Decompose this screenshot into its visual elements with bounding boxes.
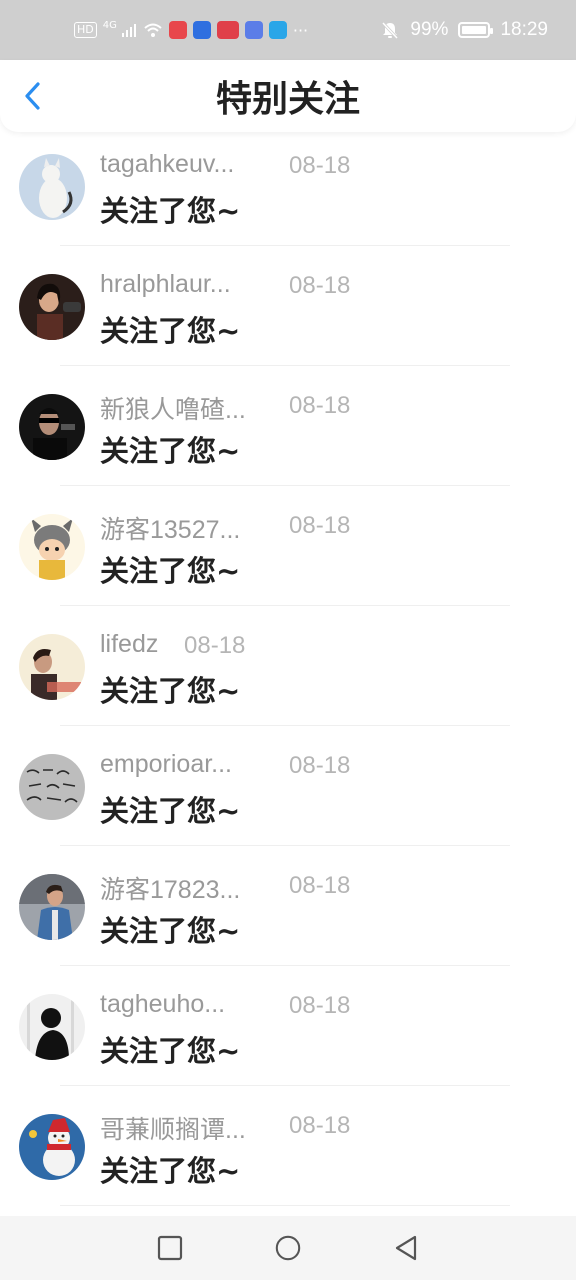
back-nav-button[interactable] <box>392 1234 420 1262</box>
triangle-back-icon <box>395 1235 417 1261</box>
date-label: 08-18 <box>184 632 246 659</box>
message-text: 关注了您~ <box>100 434 241 468</box>
divider <box>60 245 510 246</box>
message-text: 关注了您~ <box>100 1034 241 1068</box>
list-item[interactable]: 新狼人噜碴... 08-18 关注了您~ <box>0 372 576 492</box>
clock: 18:29 <box>500 19 548 40</box>
app-notification-blue-icon <box>192 21 211 39</box>
battery-percent: 99% <box>410 19 449 40</box>
date-label: 08-18 <box>289 1112 351 1139</box>
follow-list: tagahkeuv... 08-18 关注了您~ hralphlaur... 08-18… <box>0 132 576 1212</box>
nickname[interactable]: 哥蒹顺搁谭... <box>100 1110 246 1146</box>
date-label: 08-18 <box>289 872 351 899</box>
home-button[interactable] <box>274 1234 302 1262</box>
app-notification-netease-icon <box>216 21 239 39</box>
page-title: 特别关注 <box>215 79 360 120</box>
list-item[interactable]: hralphlaur... 08-18 关注了您~ <box>0 252 576 372</box>
chevron-left-icon <box>25 82 40 110</box>
recent-apps-button[interactable] <box>156 1234 184 1262</box>
list-item[interactable]: 游客13527... 08-18 关注了您~ <box>0 492 576 612</box>
list-item[interactable]: 游客17823... 08-18 关注了您~ <box>0 852 576 972</box>
message-text: 关注了您~ <box>100 674 241 708</box>
mute-bell-icon <box>382 21 399 40</box>
snowman-avatar[interactable] <box>19 1114 85 1180</box>
app-notification-search-icon <box>268 21 287 39</box>
list-item[interactable]: emporioar... 08-18 关注了您~ <box>0 732 576 852</box>
divider <box>60 1205 510 1206</box>
date-label: 08-18 <box>289 512 351 539</box>
more-notifications-icon: ··· <box>292 20 309 40</box>
handwriting-avatar[interactable] <box>19 754 85 820</box>
list-item[interactable]: tagahkeuv... 08-18 关注了您~ <box>0 132 576 252</box>
list-item[interactable]: 哥蒹顺搁谭... 08-18 关注了您~ <box>0 1092 576 1212</box>
nickname[interactable]: 游客13527... <box>100 510 240 546</box>
message-text: 关注了您~ <box>100 314 241 348</box>
list-item[interactable]: lifedz 08-18 关注了您~ <box>0 612 576 732</box>
date-label: 08-18 <box>289 752 351 779</box>
nickname[interactable]: 新狼人噜碴... <box>100 390 246 426</box>
divider <box>60 485 510 486</box>
cat-avatar[interactable] <box>19 154 85 220</box>
cell-signal-icon <box>121 24 136 37</box>
woman-avatar[interactable] <box>19 274 85 340</box>
app-header: 特别关注 <box>0 60 576 132</box>
hd-icon: HD <box>74 22 97 38</box>
date-label: 08-18 <box>289 392 351 419</box>
cartoon-avatar[interactable] <box>19 514 85 580</box>
circle-icon <box>275 1235 301 1261</box>
nickname[interactable]: lifedz <box>100 630 158 659</box>
message-text: 关注了您~ <box>100 194 241 228</box>
divider <box>60 605 510 606</box>
man-jacket-avatar[interactable] <box>19 874 85 940</box>
silhouette-avatar[interactable] <box>19 994 85 1060</box>
nickname[interactable]: hralphlaur... <box>100 270 231 299</box>
wifi-icon <box>144 23 162 37</box>
nickname[interactable]: 游客17823... <box>100 870 240 906</box>
status-right-icons: 99% 18:29 <box>380 19 548 41</box>
divider <box>60 845 510 846</box>
divider <box>60 365 510 366</box>
nickname[interactable]: emporioar... <box>100 750 232 779</box>
gunman-avatar[interactable] <box>19 394 85 460</box>
date-label: 08-18 <box>289 992 351 1019</box>
signal-4g-text: 4G <box>102 19 117 31</box>
system-nav-bar <box>0 1216 576 1280</box>
message-text: 关注了您~ <box>100 914 241 948</box>
status-left-icons: HD 4G ··· <box>74 19 309 40</box>
message-text: 关注了您~ <box>100 1154 241 1188</box>
status-bar: HD 4G ··· 99% 18:29 <box>0 0 576 60</box>
nickname[interactable]: tagahkeuv... <box>100 150 234 179</box>
list-item[interactable]: tagheuho... 08-18 关注了您~ <box>0 972 576 1092</box>
nickname[interactable]: tagheuho... <box>100 990 225 1019</box>
battery-icon <box>458 22 494 38</box>
battery-level <box>462 26 487 34</box>
app-notification-red-icon <box>168 21 187 39</box>
divider <box>60 965 510 966</box>
message-text: 关注了您~ <box>100 794 241 828</box>
divider <box>60 1085 510 1086</box>
message-text: 关注了您~ <box>100 554 241 588</box>
date-label: 08-18 <box>289 272 351 299</box>
square-icon <box>157 1235 183 1261</box>
man-avatar[interactable] <box>19 634 85 700</box>
back-button[interactable] <box>14 76 50 116</box>
app-notification-music-icon <box>244 21 263 39</box>
divider <box>60 725 510 726</box>
date-label: 08-18 <box>289 152 351 179</box>
